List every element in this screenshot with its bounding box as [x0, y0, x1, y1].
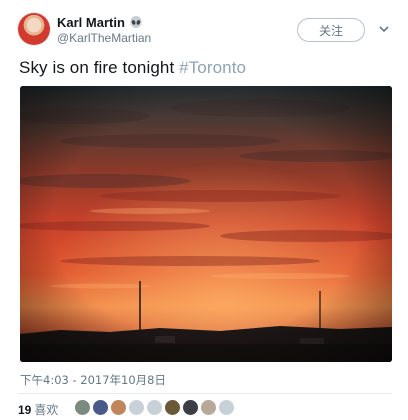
liker-avatar[interactable] — [165, 400, 180, 415]
chevron-down-icon[interactable] — [378, 23, 390, 35]
liker-avatar[interactable] — [183, 400, 198, 415]
follow-button[interactable]: 关注 — [297, 18, 365, 42]
author-handle[interactable]: @KarlTheMartian — [57, 31, 151, 45]
tweet-body: Sky is on fire tonight — [19, 58, 180, 77]
sunset-photo-image — [20, 86, 392, 362]
author-avatar[interactable] — [18, 13, 50, 45]
author-name[interactable]: Karl Martin — [57, 15, 125, 30]
liker-avatar[interactable] — [75, 400, 90, 415]
liker-avatar[interactable] — [147, 400, 162, 415]
liker-avatar[interactable] — [129, 400, 144, 415]
tweet-text: Sky is on fire tonight #Toronto — [19, 58, 246, 78]
likers-avatars — [75, 400, 234, 415]
divider — [18, 393, 392, 394]
likes-number: 19 — [18, 402, 32, 417]
author-name-row: Karl Martin — [57, 14, 142, 30]
liker-avatar[interactable] — [111, 400, 126, 415]
alien-emoji-icon — [130, 15, 142, 28]
liker-avatar[interactable] — [93, 400, 108, 415]
likes-count[interactable]: 19 喜欢 — [18, 401, 58, 418]
tweet-photo[interactable] — [20, 86, 392, 362]
likes-label: 喜欢 — [34, 403, 59, 417]
tweet-timestamp[interactable]: 下午4:03 - 2017年10月8日 — [20, 372, 166, 388]
liker-avatar[interactable] — [201, 400, 216, 415]
liker-avatar[interactable] — [219, 400, 234, 415]
hashtag-link[interactable]: #Toronto — [179, 58, 246, 77]
